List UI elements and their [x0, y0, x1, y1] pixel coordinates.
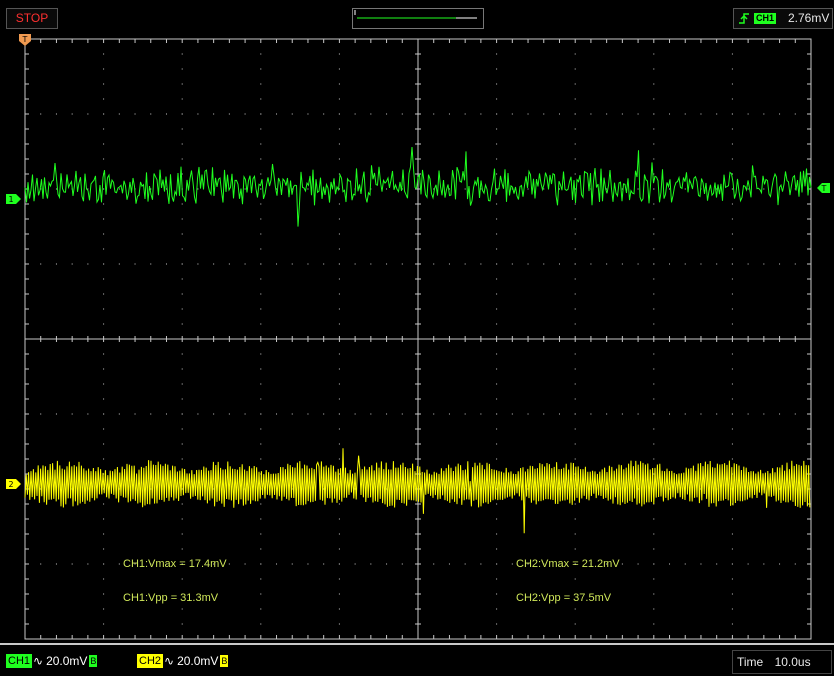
waveform-canvas: T 1 2 T — [6, 34, 830, 640]
timebase-box[interactable]: Time 10.0us — [732, 650, 832, 674]
ch2-tag: CH2 — [137, 654, 164, 668]
timebase-label: Time — [737, 655, 764, 669]
ac-coupling-icon: ∿ — [33, 654, 44, 668]
waveform-overview-window[interactable] — [352, 8, 484, 29]
top-toolbar: STOP CH1 2.76mV — [0, 0, 834, 34]
svg-text:T: T — [22, 35, 28, 44]
timebase-value: 10.0us — [774, 655, 811, 669]
bottom-status-bar: CH1 ∿ 20.0mV B CH2 ∿ 20.0mV B Time 10.0u… — [0, 645, 834, 676]
waveform-overview-icon — [354, 10, 477, 19]
trigger-info-box[interactable]: CH1 2.76mV — [733, 8, 833, 29]
ch2-vpp-measurement: CH2:Vpp = 37.5mV — [516, 592, 612, 604]
ch1-vpp-measurement: CH1:Vpp = 31.3mV — [123, 592, 219, 604]
ch2-ground-marker[interactable]: 2 — [6, 479, 21, 489]
ch1-scale: 20.0mV — [46, 654, 88, 668]
trigger-level-value: 2.76mV — [788, 11, 830, 25]
ch2-scale: 20.0mV — [177, 654, 219, 668]
run-stop-button[interactable]: STOP — [6, 8, 58, 29]
ch2-vmax-measurement: CH2:Vmax = 21.2mV — [516, 558, 620, 570]
trigger-channel-tag: CH1 — [754, 13, 777, 24]
ch1-vmax-measurement: CH1:Vmax = 17.4mV — [123, 558, 227, 570]
ch1-ground-marker[interactable]: 1 — [6, 194, 21, 204]
ac-coupling-icon: ∿ — [164, 654, 175, 668]
ch2-waveform — [24, 448, 811, 534]
ch2-bw-limit-badge: B — [220, 655, 229, 667]
trigger-level-marker[interactable]: T — [817, 183, 830, 193]
ch2-status[interactable]: CH2 ∿ 20.0mV B — [137, 653, 229, 669]
svg-text:1: 1 — [8, 195, 13, 204]
ch1-status[interactable]: CH1 ∿ 20.0mV B — [6, 653, 98, 669]
graticule-grid — [24, 38, 812, 640]
svg-text:T: T — [821, 184, 827, 193]
rising-edge-icon — [739, 13, 749, 24]
ch1-bw-limit-badge: B — [89, 655, 98, 667]
svg-text:2: 2 — [8, 480, 13, 489]
ch1-tag: CH1 — [6, 654, 33, 668]
scope-display[interactable]: T 1 2 T CH1:Vmax = 17.4mV CH1:Vpp = 31.3… — [0, 34, 834, 643]
trigger-position-marker[interactable]: T — [19, 34, 31, 46]
